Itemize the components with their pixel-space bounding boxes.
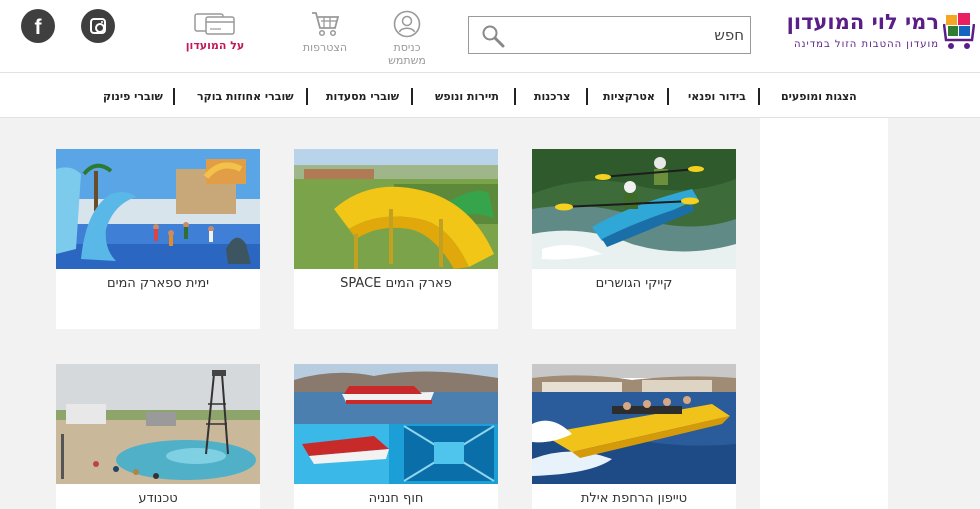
card-image	[532, 364, 736, 484]
card-title: קייקי הגושרים	[595, 276, 673, 291]
login-label-line2: משתמש	[388, 54, 426, 67]
deal-card[interactable]: טכנודע	[56, 364, 260, 509]
search-box	[468, 16, 751, 54]
site-header: f על המועדון הצטרפות כניסת משתמש חפש רמי…	[0, 0, 980, 72]
nav-divider	[758, 88, 760, 105]
nav-item-restaurants[interactable]: שוברי מסעדות	[326, 90, 399, 103]
nav-divider	[411, 88, 413, 105]
deal-card[interactable]: ימית ספארק המים	[56, 149, 260, 329]
deal-card[interactable]: טייפון הרחפת אילת	[532, 364, 736, 509]
deal-card[interactable]: קייקי הגושרים	[532, 149, 736, 329]
sidebar	[760, 118, 888, 509]
card-title: טכנודע	[138, 491, 178, 506]
cards-icon	[194, 13, 235, 35]
nav-item-consumer[interactable]: צרכנות	[534, 90, 570, 103]
nav-item-entertainment[interactable]: בידור ופנאי	[688, 90, 746, 103]
nav-divider	[514, 88, 516, 105]
nav-divider	[173, 88, 175, 105]
content-area: ימית ספארק המים פארק המים SPACE קייקי הג…	[0, 118, 980, 509]
logo-tagline: מועדון ההטבות הזול במדינה	[793, 39, 939, 50]
login-label-line1: כניסת	[393, 41, 421, 54]
card-image	[56, 149, 260, 269]
search-icon[interactable]	[481, 24, 505, 48]
nav-item-breakfast[interactable]: שוברי אחוזות בוקר	[197, 90, 294, 103]
card-title: פארק המים SPACE	[340, 276, 452, 291]
main-nav: הצגות ומופעים בידור ופנאי אטרקציות צרכנו…	[0, 72, 980, 118]
signup-link[interactable]: הצטרפות	[295, 10, 355, 54]
search-input[interactable]	[514, 23, 744, 47]
nav-divider	[667, 88, 669, 105]
card-image	[294, 364, 498, 484]
login-link[interactable]: כניסת משתמש	[375, 10, 439, 67]
card-title: טייפון הרחפת אילת	[580, 491, 688, 506]
instagram-icon[interactable]	[81, 9, 115, 43]
nav-item-pampering[interactable]: שוברי פינוק	[103, 90, 163, 103]
card-title: ימית ספארק המים	[106, 276, 210, 291]
card-title: חוף חנניה	[368, 491, 424, 506]
nav-item-shows[interactable]: הצגות ומופעים	[781, 90, 857, 103]
card-image	[56, 364, 260, 484]
cart-icon	[312, 12, 340, 37]
facebook-icon[interactable]: f	[21, 9, 55, 43]
deal-card[interactable]: פארק המים SPACE	[294, 149, 498, 329]
site-logo[interactable]: רמי לוי המועדון מועדון ההטבות הזול במדינ…	[772, 6, 977, 54]
nav-item-tourism[interactable]: תיירות ונופש	[435, 90, 499, 103]
nav-divider	[586, 88, 588, 105]
logo-cart-icon	[943, 13, 975, 49]
about-club-label: על המועדון	[185, 39, 245, 52]
nav-divider	[306, 88, 308, 105]
logo-name: רמי לוי המועדון	[786, 10, 939, 34]
deal-card[interactable]: חוף חנניה	[294, 364, 498, 509]
about-club-link[interactable]: על המועדון	[180, 10, 250, 52]
signup-label: הצטרפות	[302, 41, 348, 54]
card-image	[294, 149, 498, 269]
nav-item-attractions[interactable]: אטרקציות	[603, 90, 655, 103]
user-icon	[393, 10, 421, 38]
card-image	[532, 149, 736, 269]
